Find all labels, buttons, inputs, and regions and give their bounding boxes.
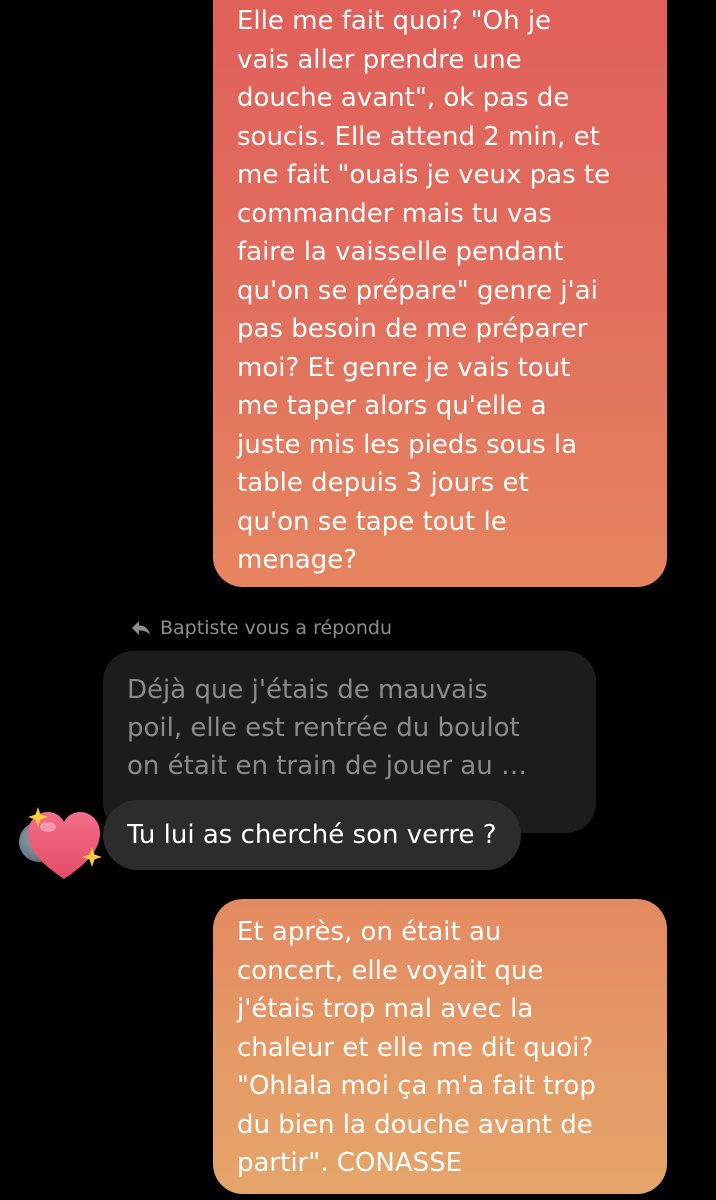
reply-arrow-icon — [130, 619, 152, 637]
outgoing-message-bubble[interactable]: Et après, on était au concert, elle voya… — [213, 899, 667, 1194]
reply-indicator-label: Baptiste vous a répondu — [160, 617, 392, 639]
sparkling-heart-icon — [24, 803, 106, 883]
incoming-message-bubble[interactable]: Tu lui as cherché son verre ? — [103, 800, 521, 870]
reply-indicator: Baptiste vous a répondu — [130, 614, 392, 642]
outgoing-message-bubble[interactable]: Elle me fait quoi? "Oh je vais aller pre… — [213, 0, 667, 587]
